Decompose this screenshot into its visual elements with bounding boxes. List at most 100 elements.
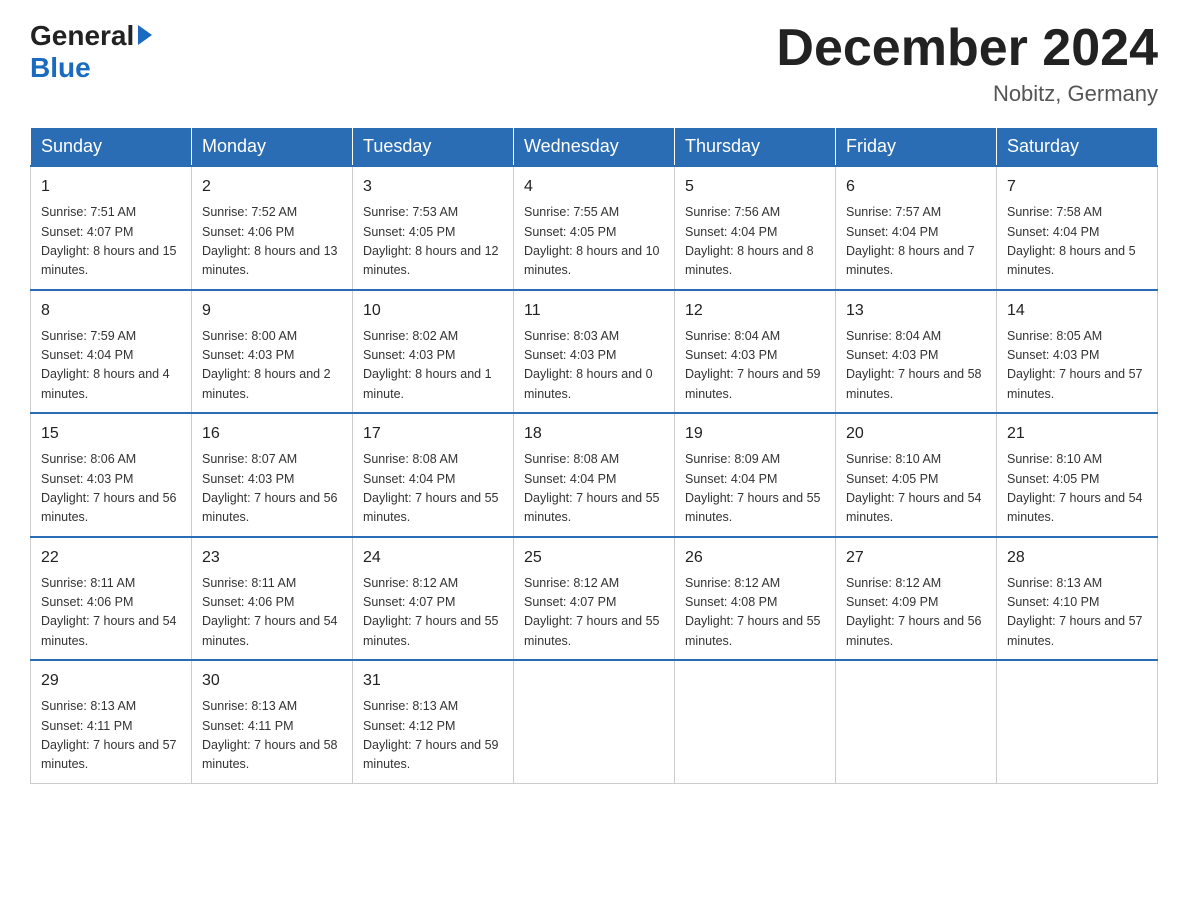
calendar-cell: 13 Sunrise: 8:04 AM Sunset: 4:03 PM Dayl…: [836, 290, 997, 414]
month-title: December 2024: [776, 20, 1158, 77]
col-wednesday: Wednesday: [514, 128, 675, 167]
day-info: Sunrise: 8:00 AM Sunset: 4:03 PM Dayligh…: [202, 327, 342, 405]
calendar-cell: 5 Sunrise: 7:56 AM Sunset: 4:04 PM Dayli…: [675, 166, 836, 290]
day-number: 29: [41, 669, 181, 693]
day-number: 2: [202, 175, 342, 199]
day-number: 16: [202, 422, 342, 446]
calendar-cell: 25 Sunrise: 8:12 AM Sunset: 4:07 PM Dayl…: [514, 537, 675, 661]
calendar-cell: 9 Sunrise: 8:00 AM Sunset: 4:03 PM Dayli…: [192, 290, 353, 414]
calendar-cell: 23 Sunrise: 8:11 AM Sunset: 4:06 PM Dayl…: [192, 537, 353, 661]
day-number: 1: [41, 175, 181, 199]
calendar-cell: [836, 660, 997, 783]
calendar-cell: 21 Sunrise: 8:10 AM Sunset: 4:05 PM Dayl…: [997, 413, 1158, 537]
day-info: Sunrise: 7:55 AM Sunset: 4:05 PM Dayligh…: [524, 203, 664, 281]
calendar-cell: 14 Sunrise: 8:05 AM Sunset: 4:03 PM Dayl…: [997, 290, 1158, 414]
calendar-cell: 29 Sunrise: 8:13 AM Sunset: 4:11 PM Dayl…: [31, 660, 192, 783]
day-info: Sunrise: 7:51 AM Sunset: 4:07 PM Dayligh…: [41, 203, 181, 281]
day-info: Sunrise: 8:07 AM Sunset: 4:03 PM Dayligh…: [202, 450, 342, 528]
calendar-cell: 12 Sunrise: 8:04 AM Sunset: 4:03 PM Dayl…: [675, 290, 836, 414]
day-info: Sunrise: 8:08 AM Sunset: 4:04 PM Dayligh…: [363, 450, 503, 528]
day-number: 20: [846, 422, 986, 446]
calendar-cell: 17 Sunrise: 8:08 AM Sunset: 4:04 PM Dayl…: [353, 413, 514, 537]
logo-arrow-icon: [138, 25, 152, 45]
day-number: 15: [41, 422, 181, 446]
day-number: 30: [202, 669, 342, 693]
calendar-cell: [675, 660, 836, 783]
day-info: Sunrise: 7:56 AM Sunset: 4:04 PM Dayligh…: [685, 203, 825, 281]
logo-blue-text: Blue: [30, 52, 91, 84]
calendar-cell: 26 Sunrise: 8:12 AM Sunset: 4:08 PM Dayl…: [675, 537, 836, 661]
day-info: Sunrise: 7:53 AM Sunset: 4:05 PM Dayligh…: [363, 203, 503, 281]
day-info: Sunrise: 8:11 AM Sunset: 4:06 PM Dayligh…: [41, 574, 181, 652]
day-info: Sunrise: 8:09 AM Sunset: 4:04 PM Dayligh…: [685, 450, 825, 528]
calendar-cell: 24 Sunrise: 8:12 AM Sunset: 4:07 PM Dayl…: [353, 537, 514, 661]
calendar-cell: 3 Sunrise: 7:53 AM Sunset: 4:05 PM Dayli…: [353, 166, 514, 290]
day-info: Sunrise: 7:58 AM Sunset: 4:04 PM Dayligh…: [1007, 203, 1147, 281]
calendar-cell: 1 Sunrise: 7:51 AM Sunset: 4:07 PM Dayli…: [31, 166, 192, 290]
col-thursday: Thursday: [675, 128, 836, 167]
day-info: Sunrise: 8:02 AM Sunset: 4:03 PM Dayligh…: [363, 327, 503, 405]
calendar-week-1: 1 Sunrise: 7:51 AM Sunset: 4:07 PM Dayli…: [31, 166, 1158, 290]
calendar-cell: [997, 660, 1158, 783]
day-number: 18: [524, 422, 664, 446]
day-number: 22: [41, 546, 181, 570]
calendar-cell: 2 Sunrise: 7:52 AM Sunset: 4:06 PM Dayli…: [192, 166, 353, 290]
day-number: 27: [846, 546, 986, 570]
calendar-cell: 6 Sunrise: 7:57 AM Sunset: 4:04 PM Dayli…: [836, 166, 997, 290]
calendar-cell: 20 Sunrise: 8:10 AM Sunset: 4:05 PM Dayl…: [836, 413, 997, 537]
calendar-week-4: 22 Sunrise: 8:11 AM Sunset: 4:06 PM Dayl…: [31, 537, 1158, 661]
logo-general-text: General: [30, 20, 134, 52]
col-saturday: Saturday: [997, 128, 1158, 167]
day-number: 21: [1007, 422, 1147, 446]
calendar-cell: 15 Sunrise: 8:06 AM Sunset: 4:03 PM Dayl…: [31, 413, 192, 537]
day-number: 11: [524, 299, 664, 323]
day-number: 26: [685, 546, 825, 570]
day-info: Sunrise: 8:04 AM Sunset: 4:03 PM Dayligh…: [846, 327, 986, 405]
col-friday: Friday: [836, 128, 997, 167]
location: Nobitz, Germany: [776, 81, 1158, 107]
day-number: 28: [1007, 546, 1147, 570]
calendar-cell: 27 Sunrise: 8:12 AM Sunset: 4:09 PM Dayl…: [836, 537, 997, 661]
calendar-week-5: 29 Sunrise: 8:13 AM Sunset: 4:11 PM Dayl…: [31, 660, 1158, 783]
day-number: 31: [363, 669, 503, 693]
day-number: 14: [1007, 299, 1147, 323]
day-number: 23: [202, 546, 342, 570]
day-number: 24: [363, 546, 503, 570]
day-info: Sunrise: 8:10 AM Sunset: 4:05 PM Dayligh…: [846, 450, 986, 528]
day-info: Sunrise: 8:12 AM Sunset: 4:07 PM Dayligh…: [363, 574, 503, 652]
col-sunday: Sunday: [31, 128, 192, 167]
day-number: 9: [202, 299, 342, 323]
calendar-cell: 7 Sunrise: 7:58 AM Sunset: 4:04 PM Dayli…: [997, 166, 1158, 290]
day-info: Sunrise: 8:05 AM Sunset: 4:03 PM Dayligh…: [1007, 327, 1147, 405]
day-info: Sunrise: 7:57 AM Sunset: 4:04 PM Dayligh…: [846, 203, 986, 281]
day-info: Sunrise: 8:12 AM Sunset: 4:08 PM Dayligh…: [685, 574, 825, 652]
calendar-cell: 10 Sunrise: 8:02 AM Sunset: 4:03 PM Dayl…: [353, 290, 514, 414]
day-info: Sunrise: 8:06 AM Sunset: 4:03 PM Dayligh…: [41, 450, 181, 528]
day-number: 7: [1007, 175, 1147, 199]
page-header: General Blue December 2024 Nobitz, Germa…: [30, 20, 1158, 107]
title-area: December 2024 Nobitz, Germany: [776, 20, 1158, 107]
day-number: 19: [685, 422, 825, 446]
col-monday: Monday: [192, 128, 353, 167]
calendar-cell: 28 Sunrise: 8:13 AM Sunset: 4:10 PM Dayl…: [997, 537, 1158, 661]
calendar-cell: 16 Sunrise: 8:07 AM Sunset: 4:03 PM Dayl…: [192, 413, 353, 537]
day-number: 5: [685, 175, 825, 199]
logo: General Blue: [30, 20, 152, 84]
day-info: Sunrise: 8:10 AM Sunset: 4:05 PM Dayligh…: [1007, 450, 1147, 528]
day-info: Sunrise: 8:13 AM Sunset: 4:11 PM Dayligh…: [41, 697, 181, 775]
day-number: 6: [846, 175, 986, 199]
col-tuesday: Tuesday: [353, 128, 514, 167]
day-info: Sunrise: 8:13 AM Sunset: 4:10 PM Dayligh…: [1007, 574, 1147, 652]
day-number: 4: [524, 175, 664, 199]
day-info: Sunrise: 8:12 AM Sunset: 4:09 PM Dayligh…: [846, 574, 986, 652]
calendar-header-row: Sunday Monday Tuesday Wednesday Thursday…: [31, 128, 1158, 167]
day-info: Sunrise: 8:11 AM Sunset: 4:06 PM Dayligh…: [202, 574, 342, 652]
calendar-week-2: 8 Sunrise: 7:59 AM Sunset: 4:04 PM Dayli…: [31, 290, 1158, 414]
calendar-cell: 19 Sunrise: 8:09 AM Sunset: 4:04 PM Dayl…: [675, 413, 836, 537]
day-number: 8: [41, 299, 181, 323]
day-number: 10: [363, 299, 503, 323]
day-info: Sunrise: 8:04 AM Sunset: 4:03 PM Dayligh…: [685, 327, 825, 405]
day-info: Sunrise: 8:03 AM Sunset: 4:03 PM Dayligh…: [524, 327, 664, 405]
calendar-cell: 4 Sunrise: 7:55 AM Sunset: 4:05 PM Dayli…: [514, 166, 675, 290]
day-info: Sunrise: 7:52 AM Sunset: 4:06 PM Dayligh…: [202, 203, 342, 281]
